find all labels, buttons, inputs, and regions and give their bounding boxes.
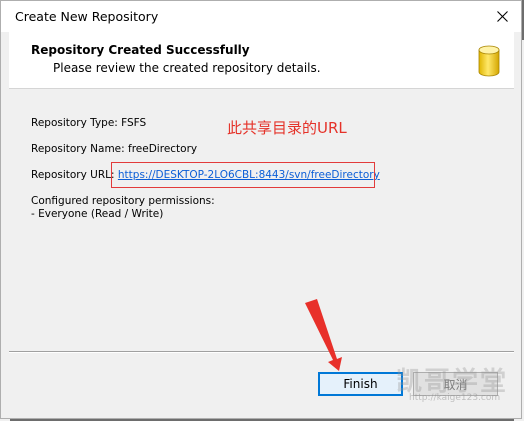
repository-name: Repository Name: freeDirectory [31, 143, 198, 155]
header-title: Repository Created Successfully [31, 43, 250, 57]
window-title: Create New Repository [15, 9, 159, 24]
finish-button-label: Finish [343, 377, 378, 391]
repository-type: Repository Type: FSFS [31, 117, 147, 129]
close-icon [496, 10, 508, 22]
create-repository-dialog: Create New Repository Repository Created… [0, 0, 522, 419]
repository-url-label: Repository URL: [31, 169, 115, 181]
database-icon [478, 45, 500, 77]
wizard-header: Repository Created Successfully Please r… [9, 32, 514, 89]
header-subtitle: Please review the created repository det… [53, 61, 321, 75]
permissions-entry: - Everyone (Read / Write) [31, 208, 164, 220]
watermark-url: http://kaige123.com [409, 393, 501, 403]
title-bar[interactable]: Create New Repository [1, 1, 521, 32]
finish-button[interactable]: Finish [318, 372, 403, 396]
annotation-text: 此共享目录的URL [227, 119, 347, 137]
permissions-heading: Configured repository permissions: [31, 195, 215, 207]
button-separator [9, 351, 514, 353]
annotation-highlight-box [111, 162, 375, 188]
close-button[interactable] [491, 5, 513, 27]
